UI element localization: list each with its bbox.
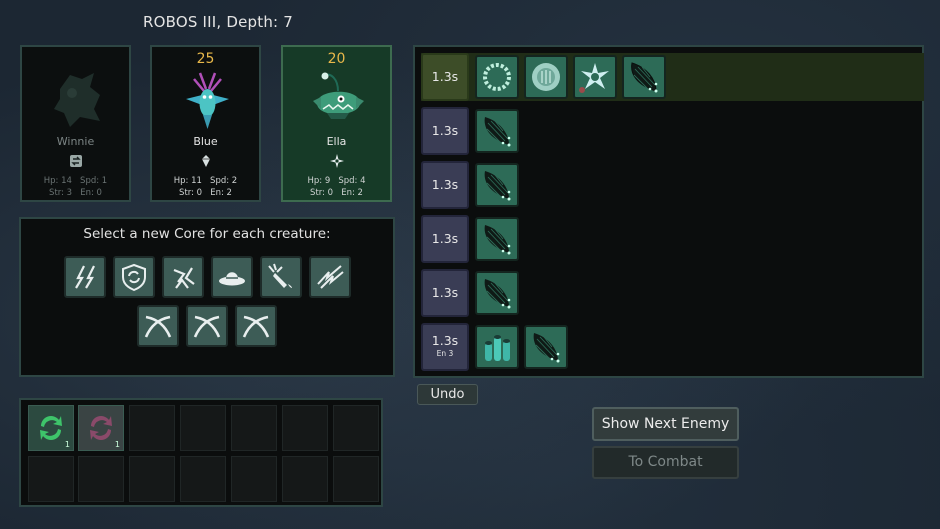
creature-card-blue[interactable]: 25 Blue Hp: 11 Spd: 2 Str: 0 En: 2: [150, 45, 261, 202]
core-option-spinning-arrows[interactable]: [162, 256, 204, 298]
action-tile[interactable]: [524, 55, 568, 99]
core-option-double-lightning[interactable]: [64, 256, 106, 298]
net-icon: [484, 225, 511, 255]
creature-hp-spd: Hp: 14 Spd: 1: [43, 176, 108, 186]
inventory-slot[interactable]: [180, 405, 226, 451]
inventory-slot[interactable]: [28, 456, 74, 502]
swap-core-icon: [70, 155, 82, 167]
inventory-slot[interactable]: [180, 456, 226, 502]
creature-name: Ella: [326, 135, 347, 148]
core-option-hat[interactable]: [211, 256, 253, 298]
action-tile[interactable]: [622, 55, 666, 99]
inventory-slot[interactable]: 1: [28, 405, 74, 451]
spinning-arrows-core-icon: [173, 267, 195, 289]
turn-row: 1.3s: [421, 53, 924, 101]
inventory-panel: 1 1: [19, 398, 383, 507]
creature-hp-spd: Hp: 9 Spd: 4: [307, 176, 366, 186]
action-tile[interactable]: [475, 271, 519, 315]
fuzzy-orb-icon: [532, 63, 560, 91]
inventory-slot[interactable]: [282, 456, 328, 502]
action-tile[interactable]: [475, 55, 519, 99]
ella-portrait-icon: [313, 72, 364, 119]
turn-queue-panel: 1.3s 1.3s 1.3s 1.3s 1.3s 1.3s En 3: [413, 45, 924, 378]
creature-level: 25: [196, 51, 215, 67]
double-lightning-core-icon: [75, 265, 95, 289]
turn-timer[interactable]: 1.3s: [421, 161, 469, 209]
creature-card-ella[interactable]: 20 Ella Hp: 9 Spd: 4 Str: 0 En: 2: [281, 45, 392, 202]
run-title: ROBOS III, Depth: 7: [143, 13, 294, 31]
show-next-enemy-button[interactable]: Show Next Enemy: [592, 407, 739, 441]
creature-str-en: Str: 0 En: 2: [310, 188, 363, 198]
energy-cost: En 3: [436, 349, 454, 358]
creature-card-winnie[interactable]: Winnie Hp: 14 Spd: 1 Str: 3 En: 0: [20, 45, 131, 202]
item-count: 1: [64, 440, 70, 449]
core-select-heading: Select a new Core for each creature:: [83, 226, 331, 242]
vortex-icon: [579, 63, 609, 93]
crossed-swords-core-icon: [242, 315, 270, 338]
creature-hp-spd: Hp: 11 Spd: 2: [173, 176, 238, 186]
core-option-crossed-swords-3[interactable]: [235, 305, 277, 347]
core-option-crossed-swords-1[interactable]: [137, 305, 179, 347]
net-icon: [484, 117, 511, 147]
blue-portrait-icon: [186, 72, 229, 129]
net-icon: [484, 171, 511, 201]
winnie-portrait-icon: [54, 73, 100, 127]
hat-core-icon: [219, 272, 245, 286]
inventory-slot[interactable]: [231, 456, 277, 502]
net-icon: [484, 279, 511, 309]
turn-timer[interactable]: 1.3s En 3: [421, 323, 469, 371]
to-combat-button[interactable]: To Combat: [592, 446, 739, 479]
inventory-slot[interactable]: [333, 456, 379, 502]
creature-level: 20: [327, 51, 346, 67]
core-select-panel: Select a new Core for each creature:: [19, 217, 395, 377]
carrot-core-icon: [268, 263, 292, 288]
turn-timer[interactable]: 1.3s: [421, 53, 469, 101]
inventory-slot[interactable]: 1: [78, 405, 124, 451]
coral-icon: [485, 335, 510, 361]
net-icon: [631, 62, 658, 93]
action-tile[interactable]: [475, 325, 519, 369]
inventory-slot[interactable]: [129, 405, 175, 451]
inventory-slot[interactable]: [231, 405, 277, 451]
crossed-swords-core-icon: [193, 315, 221, 338]
core-option-carrot[interactable]: [260, 256, 302, 298]
undo-button[interactable]: Undo: [417, 384, 478, 405]
crossed-swords-core-icon: [144, 315, 172, 338]
action-tile[interactable]: [475, 217, 519, 261]
turn-timer[interactable]: 1.3s: [421, 215, 469, 263]
action-tile[interactable]: [573, 55, 617, 99]
net-icon: [533, 333, 560, 363]
turn-timer[interactable]: 1.3s: [421, 269, 469, 317]
ring-wreath-icon: [483, 63, 511, 91]
shield-refresh-core-icon: [122, 263, 146, 292]
core-option-crossed-swords-2[interactable]: [186, 305, 228, 347]
lightning-claw-core-icon: [317, 265, 344, 289]
action-tile[interactable]: [475, 109, 519, 153]
action-tile[interactable]: [524, 325, 568, 369]
core-option-shield[interactable]: [113, 256, 155, 298]
inventory-slot[interactable]: [78, 456, 124, 502]
turn-timer[interactable]: 1.3s: [421, 107, 469, 155]
creature-name: Winnie: [56, 135, 95, 148]
core-option-lightning-claw[interactable]: [309, 256, 351, 298]
creature-str-en: Str: 0 En: 2: [179, 188, 232, 198]
action-tile[interactable]: [475, 163, 519, 207]
crystal-core-icon: [202, 155, 210, 167]
creature-str-en: Str: 3 En: 0: [49, 188, 102, 198]
item-count: 1: [114, 440, 120, 449]
inventory-slot[interactable]: [129, 456, 175, 502]
inventory-slot[interactable]: [282, 405, 328, 451]
inventory-slot[interactable]: [333, 405, 379, 451]
shuriken-core-icon: [330, 154, 344, 168]
creature-name: Blue: [193, 135, 218, 148]
